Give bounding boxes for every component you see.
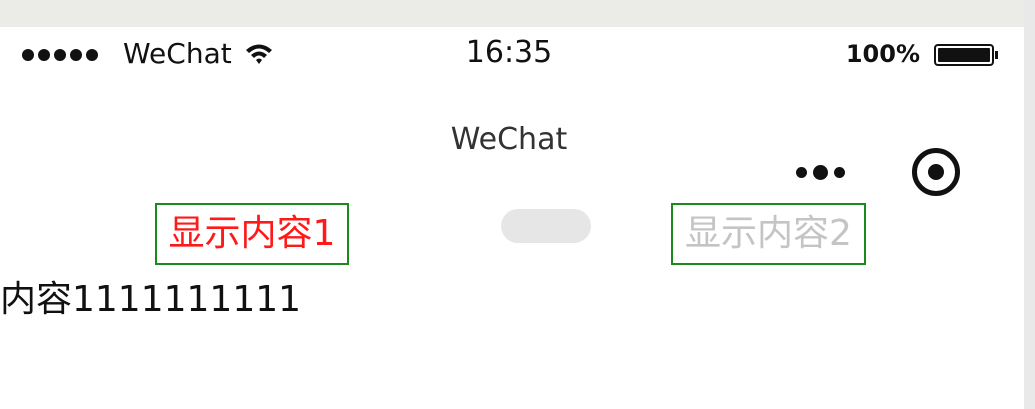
more-dots-icon[interactable]	[788, 161, 852, 183]
battery-full-icon	[934, 44, 998, 68]
tab-panel-text: 内容1111111111	[0, 279, 302, 320]
battery-percent: 100%	[845, 40, 920, 68]
tab-slider-pill	[501, 209, 591, 243]
status-bar: WeChat 16:35 100%	[0, 27, 1024, 81]
page-title: WeChat	[450, 122, 568, 157]
tab-content-2[interactable]: 显示内容2	[671, 203, 866, 265]
target-circle-icon[interactable]	[912, 148, 960, 196]
tab-content-1[interactable]: 显示内容1	[155, 203, 349, 265]
window-edge	[1024, 0, 1035, 409]
phone-screen: WeChat 16:35 100% WeChat 显示内容1 显示内容2 内容1…	[0, 27, 1024, 409]
